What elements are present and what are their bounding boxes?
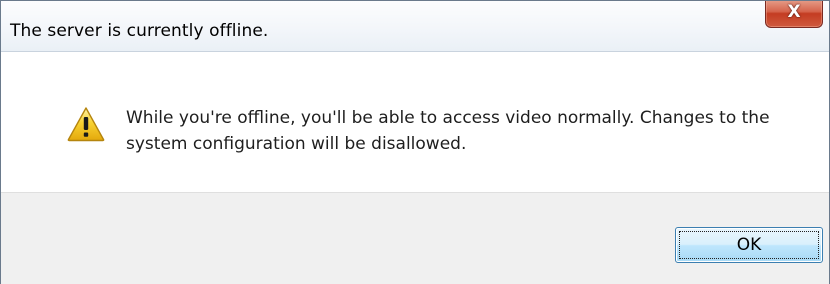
close-icon: X bbox=[787, 2, 801, 22]
message-area: While you're offline, you'll be able to … bbox=[1, 52, 829, 192]
ok-button-label: OK bbox=[736, 235, 762, 255]
window-title: The server is currently offline. bbox=[10, 21, 269, 41]
ok-button[interactable]: OK bbox=[675, 227, 823, 263]
button-bar: OK bbox=[1, 192, 829, 284]
dialog-window: The server is currently offline. X While… bbox=[0, 0, 830, 284]
message-text: While you're offline, you'll be able to … bbox=[126, 108, 770, 154]
warning-icon bbox=[67, 107, 105, 142]
title-bar[interactable]: The server is currently offline. X bbox=[1, 1, 829, 52]
close-button[interactable]: X bbox=[765, 1, 823, 28]
